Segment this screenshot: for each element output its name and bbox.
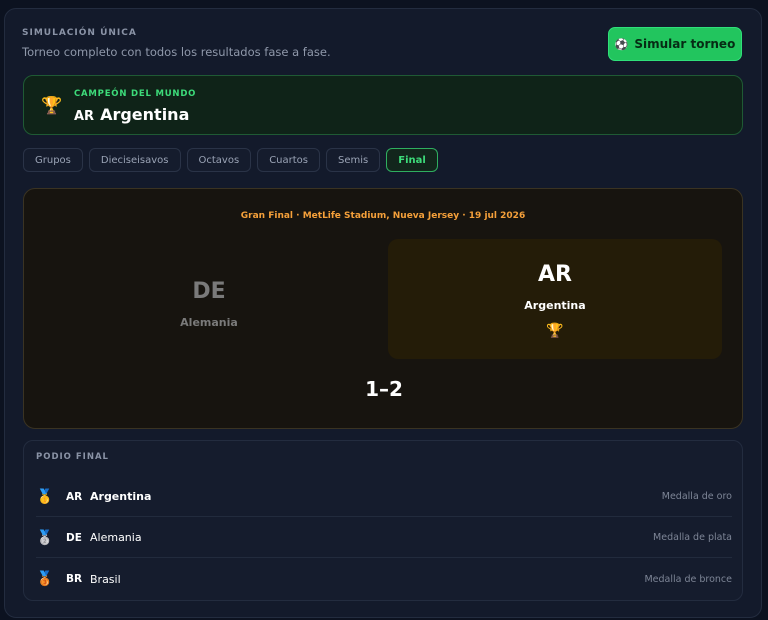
champion-name: Argentina	[100, 105, 190, 124]
podium-team-name: Alemania	[90, 531, 142, 544]
gold-medal-icon: 🥇	[36, 488, 54, 505]
section-subtitle: Torneo completo con todos los resultados…	[22, 45, 331, 59]
tab-semis[interactable]: Semis	[326, 148, 381, 172]
podium-row: 🥈 DE Alemania Medalla de plata	[36, 518, 732, 558]
simulate-button-label: Simular torneo	[634, 37, 736, 51]
phase-tabs: Grupos Dieciseisavos Octavos Cuartos Sem…	[23, 148, 438, 172]
final-podium: PODIO FINAL 🥇 AR Argentina Medalla de or…	[23, 440, 743, 601]
podium-team-name: Brasil	[90, 572, 121, 586]
tab-octavos[interactable]: Octavos	[186, 148, 252, 172]
podium-team-name: Argentina	[90, 490, 152, 503]
tab-final[interactable]: Final	[386, 148, 438, 172]
loser-name: Alemania	[180, 316, 238, 329]
podium-row: 🥉 BR Brasil Medalla de bronce	[36, 559, 732, 599]
final-match-card: Gran Final · MetLife Stadium, Nueva Jers…	[23, 188, 743, 429]
tab-grupos[interactable]: Grupos	[23, 148, 83, 172]
podium-code: BR	[66, 573, 83, 585]
champion-team: AR Argentina	[74, 105, 189, 124]
section-label: SIMULACIÓN ÚNICA	[22, 28, 137, 38]
tab-dieciseisavos[interactable]: Dieciseisavos	[88, 148, 181, 172]
winner-code: AR	[538, 262, 572, 287]
loser-team: DE Alemania	[44, 239, 374, 359]
podium-medal-label: Medalla de oro	[661, 491, 732, 502]
podium-medal-label: Medalla de plata	[653, 532, 732, 543]
simulation-panel: SIMULACIÓN ÚNICA Torneo completo con tod…	[4, 8, 762, 618]
champion-banner: 🏆 CAMPEÓN DEL MUNDO AR Argentina	[23, 75, 743, 135]
winner-team: AR Argentina 🏆	[388, 239, 722, 359]
champion-label: CAMPEÓN DEL MUNDO	[74, 89, 197, 99]
tab-cuartos[interactable]: Cuartos	[257, 148, 320, 172]
final-score: 1–2	[365, 377, 403, 401]
trophy-icon: 🏆	[41, 96, 63, 116]
podium-row: 🥇 AR Argentina Medalla de oro	[36, 477, 732, 517]
final-match-info: Gran Final · MetLife Stadium, Nueva Jers…	[240, 211, 526, 221]
podium-label: PODIO FINAL	[36, 452, 109, 462]
podium-code: DE	[66, 531, 82, 544]
podium-code: AR	[66, 490, 83, 503]
silver-medal-icon: 🥈	[36, 529, 54, 546]
podium-medal-label: Medalla de bronce	[644, 573, 732, 585]
winner-name: Argentina	[524, 299, 586, 312]
simulate-tournament-button[interactable]: ⚽ Simular torneo	[608, 27, 742, 61]
loser-code: DE	[192, 279, 226, 304]
soccer-ball-icon: ⚽	[614, 37, 629, 51]
champion-code: AR	[74, 109, 95, 124]
trophy-icon: 🏆	[546, 323, 564, 339]
bronze-medal-icon: 🥉	[36, 571, 54, 587]
